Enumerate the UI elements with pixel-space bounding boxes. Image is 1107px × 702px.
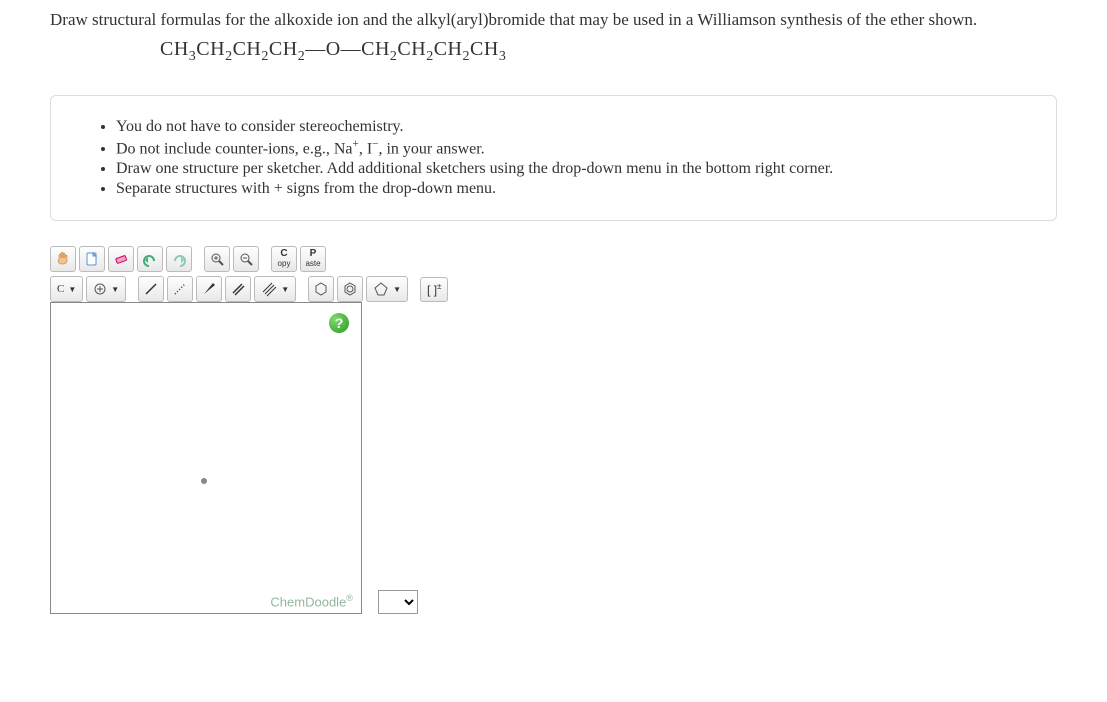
zoom-out-icon — [238, 251, 254, 267]
chevron-down-icon: ▼ — [68, 285, 76, 294]
paste-label: Paste — [305, 249, 320, 269]
toolbar-row-2: C ▼ ▼ ▼ — [50, 276, 448, 302]
sketcher-widget: Copy Paste C ▼ ▼ — [50, 246, 448, 614]
brand-label: ChemDoodle® — [270, 593, 353, 609]
instruction-item: Draw one structure per sketcher. Add add… — [116, 160, 1016, 178]
move-tool[interactable] — [50, 246, 76, 272]
charge-circle-icon — [93, 282, 107, 296]
element-picker[interactable]: C ▼ — [50, 276, 83, 302]
hand-icon — [55, 251, 71, 267]
zoom-out-tool[interactable] — [233, 246, 259, 272]
chevron-down-icon: ▼ — [111, 285, 119, 294]
right-controls — [378, 302, 418, 614]
redo-tool[interactable] — [166, 246, 192, 272]
clear-tool[interactable] — [79, 246, 105, 272]
hexagon-icon — [313, 281, 329, 297]
cyclopentane-tool[interactable]: ▼ — [366, 276, 408, 302]
recessed-bond-tool[interactable] — [167, 276, 193, 302]
element-label: C — [57, 283, 64, 295]
instruction-item: Separate structures with + signs from th… — [116, 180, 1016, 198]
single-bond-icon — [143, 281, 159, 297]
single-bond-tool[interactable] — [138, 276, 164, 302]
erase-tool[interactable] — [108, 246, 134, 272]
help-icon: ? — [335, 315, 344, 331]
benzene-icon — [342, 281, 358, 297]
sketcher-canvas[interactable]: ? ChemDoodle® — [50, 302, 362, 614]
eraser-icon — [113, 251, 129, 267]
redo-icon — [171, 251, 187, 267]
copy-button[interactable]: Copy — [271, 246, 297, 272]
instructions-list: You do not have to consider stereochemis… — [91, 118, 1016, 198]
instruction-item: You do not have to consider stereochemis… — [116, 118, 1016, 136]
document-icon — [84, 251, 100, 267]
benzene-tool[interactable] — [337, 276, 363, 302]
double-bond-tool[interactable] — [225, 276, 251, 302]
formal-charge-button[interactable]: [ ]± — [420, 277, 448, 302]
help-button[interactable]: ? — [329, 313, 349, 333]
undo-tool[interactable] — [137, 246, 163, 272]
add-sketcher-dropdown[interactable] — [378, 590, 418, 614]
charge-picker[interactable]: ▼ — [86, 276, 126, 302]
cyclohexane-tool[interactable] — [308, 276, 334, 302]
triple-bond-tool[interactable]: ▼ — [254, 276, 296, 302]
chevron-down-icon: ▼ — [393, 285, 401, 294]
wedge-bond-tool[interactable] — [196, 276, 222, 302]
instruction-item: Do not include counter-ions, e.g., Na+, … — [116, 138, 1016, 158]
pentagon-icon — [373, 281, 389, 297]
question-prompt: Draw structural formulas for the alkoxid… — [50, 10, 1057, 30]
double-bond-icon — [230, 281, 246, 297]
undo-icon — [142, 251, 158, 267]
dotted-bond-icon — [172, 281, 188, 297]
placeholder-atom — [201, 478, 207, 484]
toolbar-row-1: Copy Paste — [50, 246, 448, 272]
chevron-down-icon: ▼ — [281, 285, 289, 294]
instructions-box: You do not have to consider stereochemis… — [50, 95, 1057, 221]
paste-button[interactable]: Paste — [300, 246, 326, 272]
zoom-in-icon — [209, 251, 225, 267]
zoom-in-tool[interactable] — [204, 246, 230, 272]
copy-label: Copy — [278, 249, 291, 269]
wedge-icon — [201, 281, 217, 297]
formal-charge-label: [ ]± — [427, 283, 441, 297]
triple-bond-icon — [261, 281, 277, 297]
ether-formula: CH3CH2CH2CH2—O—CH2CH2CH2CH3 — [160, 38, 1057, 65]
